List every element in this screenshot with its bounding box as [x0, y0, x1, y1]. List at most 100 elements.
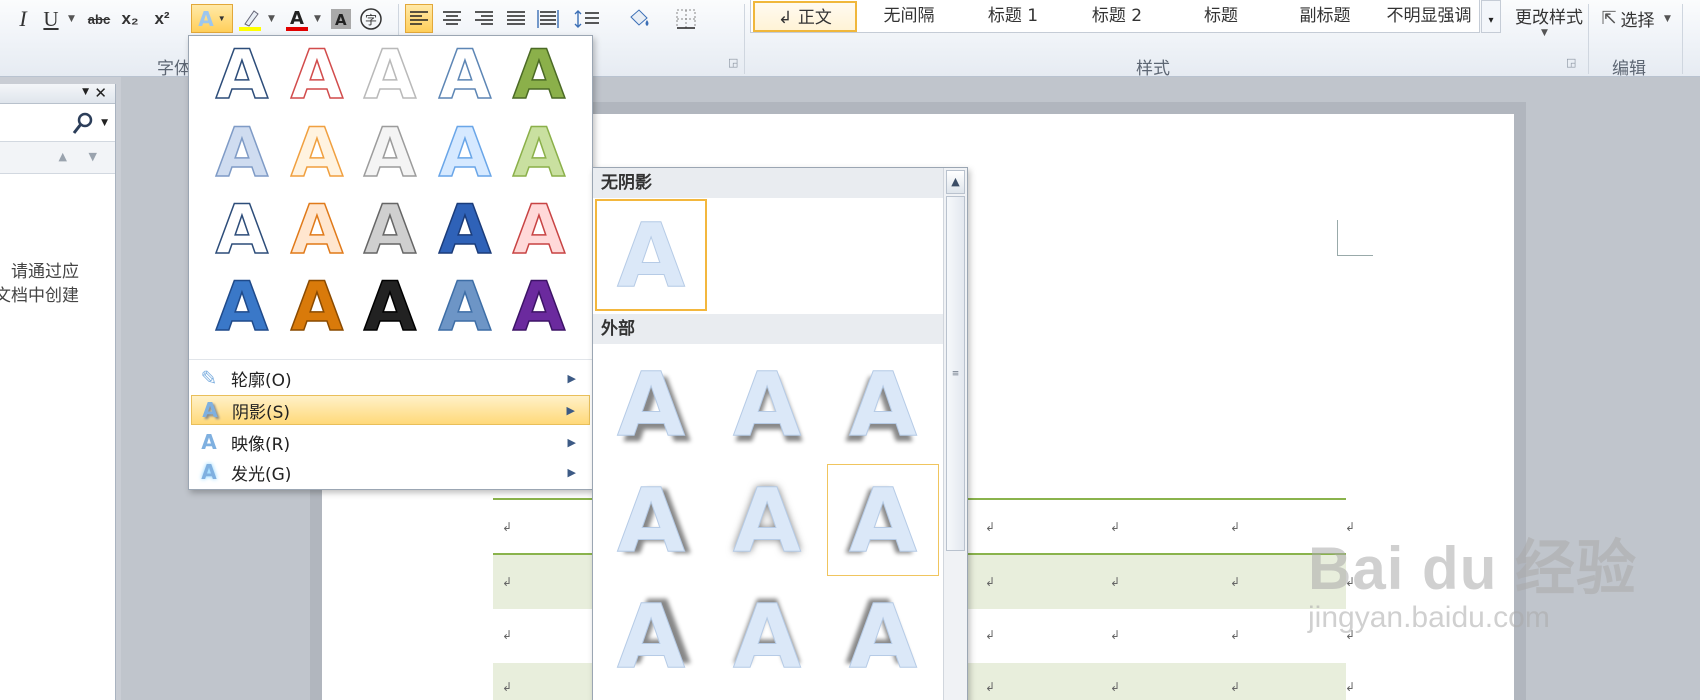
text-effect-preset[interactable]: A: [350, 267, 430, 348]
cell-end-mark: ↲: [1230, 628, 1241, 642]
menu-item-label: 轮廓(O): [231, 370, 292, 391]
text-effect-preset[interactable]: A: [499, 267, 579, 348]
enclose-char-button[interactable]: 字: [358, 6, 384, 32]
text-effects-button[interactable]: A ▼: [191, 4, 233, 33]
text-effect-preset[interactable]: A: [499, 190, 579, 271]
shadow-preview-glyph: A: [732, 468, 802, 572]
previous-arrow-icon[interactable]: ▲: [59, 150, 67, 163]
shading-button[interactable]: [622, 6, 658, 32]
shadow-option-none[interactable]: A: [595, 199, 707, 311]
style-title[interactable]: 标题: [1169, 1, 1273, 32]
margin-crop-mark: [1337, 220, 1373, 256]
scroll-up-icon[interactable]: ▲: [946, 170, 965, 194]
distribute-button[interactable]: [534, 6, 562, 32]
submenu-arrow-icon: ▶: [566, 403, 575, 417]
scroll-thumb[interactable]: ≡: [946, 196, 965, 551]
close-icon[interactable]: ✕: [94, 84, 107, 102]
text-effect-preset[interactable]: A: [202, 113, 282, 194]
menu-item-label: 发光(G): [231, 464, 292, 485]
menu-item-glow[interactable]: A 发光(G) ▶: [191, 457, 590, 487]
shadow-preview-glyph: A: [616, 584, 686, 688]
align-right-button[interactable]: [470, 6, 498, 32]
style-normal[interactable]: ↲ 正文: [753, 0, 857, 32]
align-left-button[interactable]: [405, 4, 433, 33]
style-no-spacing[interactable]: 无间隔: [857, 1, 961, 32]
align-center-button[interactable]: [438, 6, 466, 32]
font-color-dropdown-icon[interactable]: ▼: [314, 14, 321, 24]
underline-dropdown-icon[interactable]: ▼: [68, 14, 75, 24]
highlight-dropdown-icon[interactable]: ▼: [268, 14, 275, 24]
text-effect-preset[interactable]: A: [277, 267, 357, 348]
text-effects-gallery: AAAAAAAAAAAAAAAAAAAA: [189, 35, 592, 356]
shadow-option-outer[interactable]: A: [827, 348, 939, 460]
separator: [1682, 4, 1683, 74]
superscript-button[interactable]: x²: [150, 6, 174, 32]
paragraph-dialog-launcher-icon[interactable]: ◲: [728, 56, 738, 69]
font-color-button[interactable]: A: [283, 6, 311, 32]
text-effect-preset[interactable]: A: [202, 267, 282, 348]
shadow-a-icon: A: [202, 398, 218, 422]
text-effect-preset[interactable]: A: [499, 113, 579, 194]
shadow-option-outer[interactable]: A: [595, 348, 707, 460]
strikethrough-button[interactable]: abc: [85, 6, 113, 32]
edit-group-label: 编辑: [1612, 59, 1646, 79]
select-button[interactable]: ⇱ 选择: [1598, 5, 1658, 31]
nav-search-box[interactable]: ▼: [0, 104, 115, 142]
menu-item-shadow[interactable]: A 阴影(S) ▶: [191, 395, 590, 425]
cursor-arrow-icon: ⇱: [1601, 7, 1617, 28]
shadow-option-outer[interactable]: A: [827, 580, 939, 692]
justify-button[interactable]: [502, 6, 530, 32]
shadow-option-outer[interactable]: A: [711, 348, 823, 460]
style-heading-1[interactable]: 标题 1: [961, 1, 1065, 32]
shadow-preview-glyph: A: [848, 352, 918, 456]
text-effect-preset[interactable]: A: [425, 267, 505, 348]
text-effect-preset[interactable]: A: [277, 35, 357, 116]
next-arrow-icon[interactable]: ▼: [89, 150, 97, 163]
menu-separator: [189, 359, 592, 360]
no-shadow-header: 无阴影: [593, 168, 943, 198]
text-effect-preset[interactable]: A: [350, 35, 430, 116]
menu-item-reflection[interactable]: A 映像(R) ▶: [191, 427, 590, 457]
change-styles-dropdown-icon[interactable]: ▼: [1541, 28, 1548, 38]
outer-shadow-header: 外部: [593, 314, 943, 344]
change-styles-button[interactable]: 更改样式: [1508, 0, 1590, 30]
search-icon[interactable]: [71, 112, 93, 136]
shadow-option-outer[interactable]: A: [827, 464, 939, 576]
style-heading-2[interactable]: 标题 2: [1065, 1, 1169, 32]
borders-button[interactable]: [668, 6, 704, 32]
italic-button[interactable]: I: [12, 6, 34, 32]
shadow-option-outer[interactable]: A: [595, 464, 707, 576]
styles-more-icon[interactable]: ▾: [1481, 0, 1501, 33]
shadow-option-outer[interactable]: A: [711, 464, 823, 576]
text-effect-preset[interactable]: A: [350, 190, 430, 271]
text-effect-preset[interactable]: A: [277, 190, 357, 271]
submenu-arrow-icon: ▶: [567, 435, 576, 449]
text-effect-preset[interactable]: A: [425, 35, 505, 116]
subscript-button[interactable]: x₂: [118, 6, 142, 32]
shadow-option-outer[interactable]: A: [595, 580, 707, 692]
highlight-color-button[interactable]: [236, 6, 264, 32]
text-effect-preset[interactable]: A: [425, 113, 505, 194]
style-subtitle[interactable]: 副标题: [1273, 1, 1377, 32]
search-dropdown-icon[interactable]: ▼: [101, 118, 108, 128]
nav-menu-dropdown-icon[interactable]: ▼: [82, 87, 89, 97]
text-effect-preset[interactable]: A: [350, 113, 430, 194]
outline-pen-icon: ✎: [200, 366, 218, 390]
underline-button[interactable]: U: [40, 6, 62, 32]
select-dropdown-icon[interactable]: ▼: [1664, 14, 1671, 24]
font-color-a-icon: A: [286, 8, 308, 31]
char-shading-button[interactable]: A: [328, 6, 354, 32]
text-effect-preset[interactable]: A: [277, 113, 357, 194]
style-subtle-emphasis[interactable]: 不明显强调: [1377, 1, 1481, 32]
shadow-scrollbar[interactable]: ▲ ≡: [943, 168, 967, 700]
line-spacing-icon: [574, 10, 599, 28]
text-effect-preset[interactable]: A: [499, 35, 579, 116]
shadow-option-outer[interactable]: A: [711, 580, 823, 692]
line-spacing-button[interactable]: [572, 6, 608, 32]
menu-item-outline[interactable]: ✎ 轮廓(O) ▶: [191, 363, 590, 393]
text-effect-preset[interactable]: A: [202, 190, 282, 271]
text-effect-preset[interactable]: A: [202, 35, 282, 116]
text-effect-preset[interactable]: A: [425, 190, 505, 271]
styles-dialog-launcher-icon[interactable]: ◲: [1566, 56, 1576, 69]
distribute-icon: [537, 10, 559, 28]
